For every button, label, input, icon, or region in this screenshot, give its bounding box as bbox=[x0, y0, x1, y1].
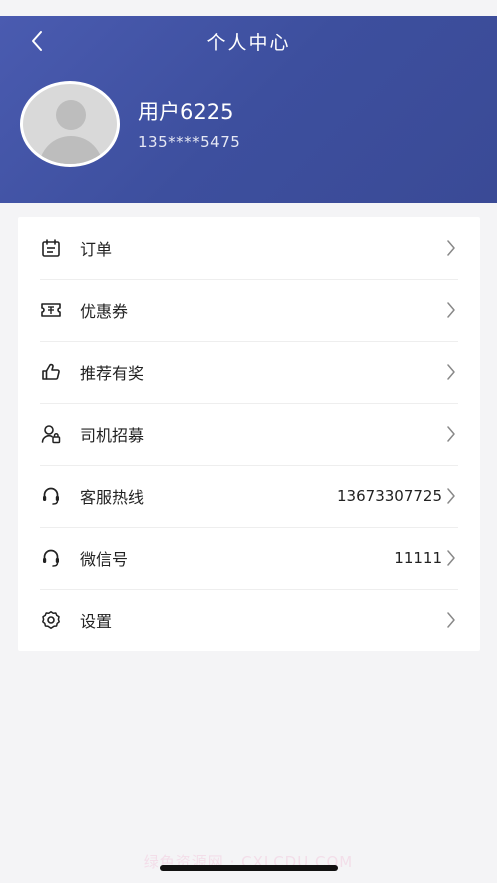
menu-item-settings[interactable]: 设置 bbox=[18, 589, 480, 651]
ticket-icon bbox=[40, 299, 62, 321]
nav-bar: 个人中心 bbox=[0, 16, 497, 66]
user-name: 用户6225 bbox=[138, 100, 234, 124]
thumbs-up-icon bbox=[40, 361, 62, 383]
chevron-right-icon bbox=[444, 362, 458, 382]
menu-item-referral[interactable]: 推荐有奖 bbox=[18, 341, 480, 403]
menu-item-hotline[interactable]: 客服热线 13673307725 bbox=[18, 465, 480, 527]
menu-item-label: 优惠券 bbox=[80, 302, 129, 321]
gear-icon bbox=[40, 609, 62, 631]
menu-item-driver-recruit[interactable]: 司机招募 bbox=[18, 403, 480, 465]
menu-item-coupons[interactable]: 优惠券 bbox=[18, 279, 480, 341]
menu-item-label: 微信号 bbox=[80, 550, 129, 569]
menu-item-label: 设置 bbox=[80, 612, 113, 631]
status-bar bbox=[0, 0, 497, 16]
menu-item-label: 客服热线 bbox=[80, 488, 145, 507]
chevron-right-icon bbox=[444, 610, 458, 630]
menu-item-label: 推荐有奖 bbox=[80, 364, 145, 383]
menu-item-label: 司机招募 bbox=[80, 426, 145, 445]
user-phone: 135****5475 bbox=[138, 133, 241, 151]
headset-icon bbox=[40, 547, 62, 569]
menu-item-label: 订单 bbox=[80, 240, 113, 259]
chevron-right-icon bbox=[444, 424, 458, 444]
page-title: 个人中心 bbox=[206, 32, 291, 54]
headset-icon bbox=[40, 485, 62, 507]
chevron-right-icon bbox=[444, 238, 458, 258]
chevron-right-icon bbox=[444, 300, 458, 320]
chevron-right-icon bbox=[444, 548, 458, 568]
calendar-icon bbox=[40, 237, 62, 259]
hotline-number: 13673307725 bbox=[337, 487, 442, 505]
avatar[interactable] bbox=[20, 81, 120, 167]
home-indicator[interactable] bbox=[160, 865, 338, 871]
menu-list: 订单 优惠券 推荐有奖 司机招募 客服热线 13673307725 微信号 11… bbox=[18, 217, 480, 651]
wechat-id: 11111 bbox=[394, 549, 442, 567]
menu-item-wechat[interactable]: 微信号 11111 bbox=[18, 527, 480, 589]
chevron-right-icon bbox=[444, 486, 458, 506]
user-lock-icon bbox=[40, 423, 62, 445]
menu-item-orders[interactable]: 订单 bbox=[18, 217, 480, 279]
profile-header: 个人中心 用户6225 135****5475 bbox=[0, 16, 497, 203]
